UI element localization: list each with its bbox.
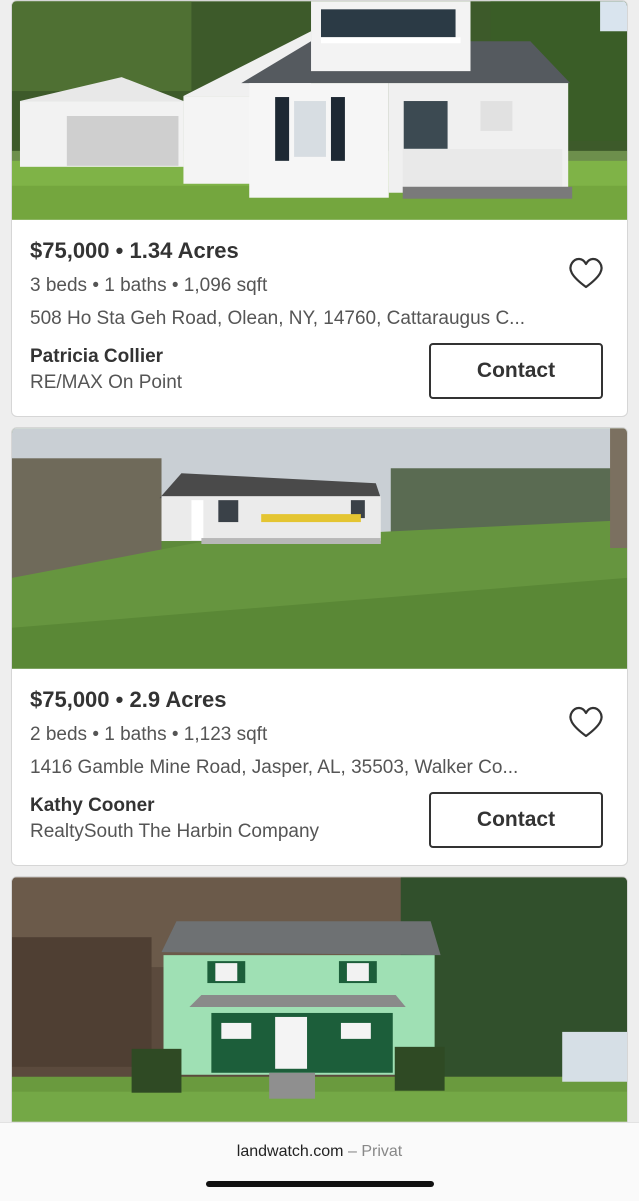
heart-icon[interactable]: [567, 705, 605, 739]
browser-bottom-bar: landwatch.com – Privat: [0, 1122, 639, 1201]
url-separator: –: [347, 1143, 357, 1160]
agent-name: Kathy Cooner: [30, 795, 155, 816]
acres: 1.34 Acres: [129, 238, 239, 263]
listing-photo[interactable]: [12, 428, 627, 669]
url-domain: landwatch.com: [236, 1143, 344, 1160]
acres: 2.9 Acres: [129, 687, 227, 712]
property-stats: 3 beds • 1 baths • 1,096 sqft: [30, 275, 268, 296]
listing-card[interactable]: $75,000 • 1.34 Acres 3 beds • 1 baths • …: [11, 0, 628, 417]
price-acres-line: $75,000 • 2.9 Acres: [30, 687, 227, 713]
property-address[interactable]: 1416 Gamble Mine Road, Jasper, AL, 35503…: [30, 757, 560, 779]
listing-photo[interactable]: [12, 877, 627, 1122]
heart-icon[interactable]: [567, 256, 605, 290]
listing-card[interactable]: $75,000 • 2.9 Acres 2 beds • 1 baths • 1…: [11, 427, 628, 866]
contact-button[interactable]: Contact: [429, 792, 603, 848]
listing-card[interactable]: [11, 876, 628, 1136]
agent-office: RE/MAX On Point: [30, 372, 183, 393]
home-indicator[interactable]: [206, 1181, 434, 1187]
property-stats: 2 beds • 1 baths • 1,123 sqft: [30, 724, 268, 745]
separator-dot: •: [115, 238, 124, 263]
agent-office: RealtySouth The Harbin Company: [30, 821, 320, 842]
browser-url-line[interactable]: landwatch.com – Privat: [0, 1143, 639, 1161]
price: $75,000: [30, 687, 110, 712]
price: $75,000: [30, 238, 110, 263]
price-acres-line: $75,000 • 1.34 Acres: [30, 238, 239, 264]
property-address[interactable]: 508 Ho Sta Geh Road, Olean, NY, 14760, C…: [30, 308, 560, 330]
agent-name: Patricia Collier: [30, 346, 164, 367]
listing-photo[interactable]: [12, 1, 627, 220]
browsing-mode: Privat: [361, 1143, 403, 1160]
listing-info: $75,000 • 1.34 Acres 3 beds • 1 baths • …: [12, 220, 627, 416]
separator-dot: •: [115, 687, 124, 712]
listing-info: $75,000 • 2.9 Acres 2 beds • 1 baths • 1…: [12, 669, 627, 865]
contact-button[interactable]: Contact: [429, 343, 603, 399]
